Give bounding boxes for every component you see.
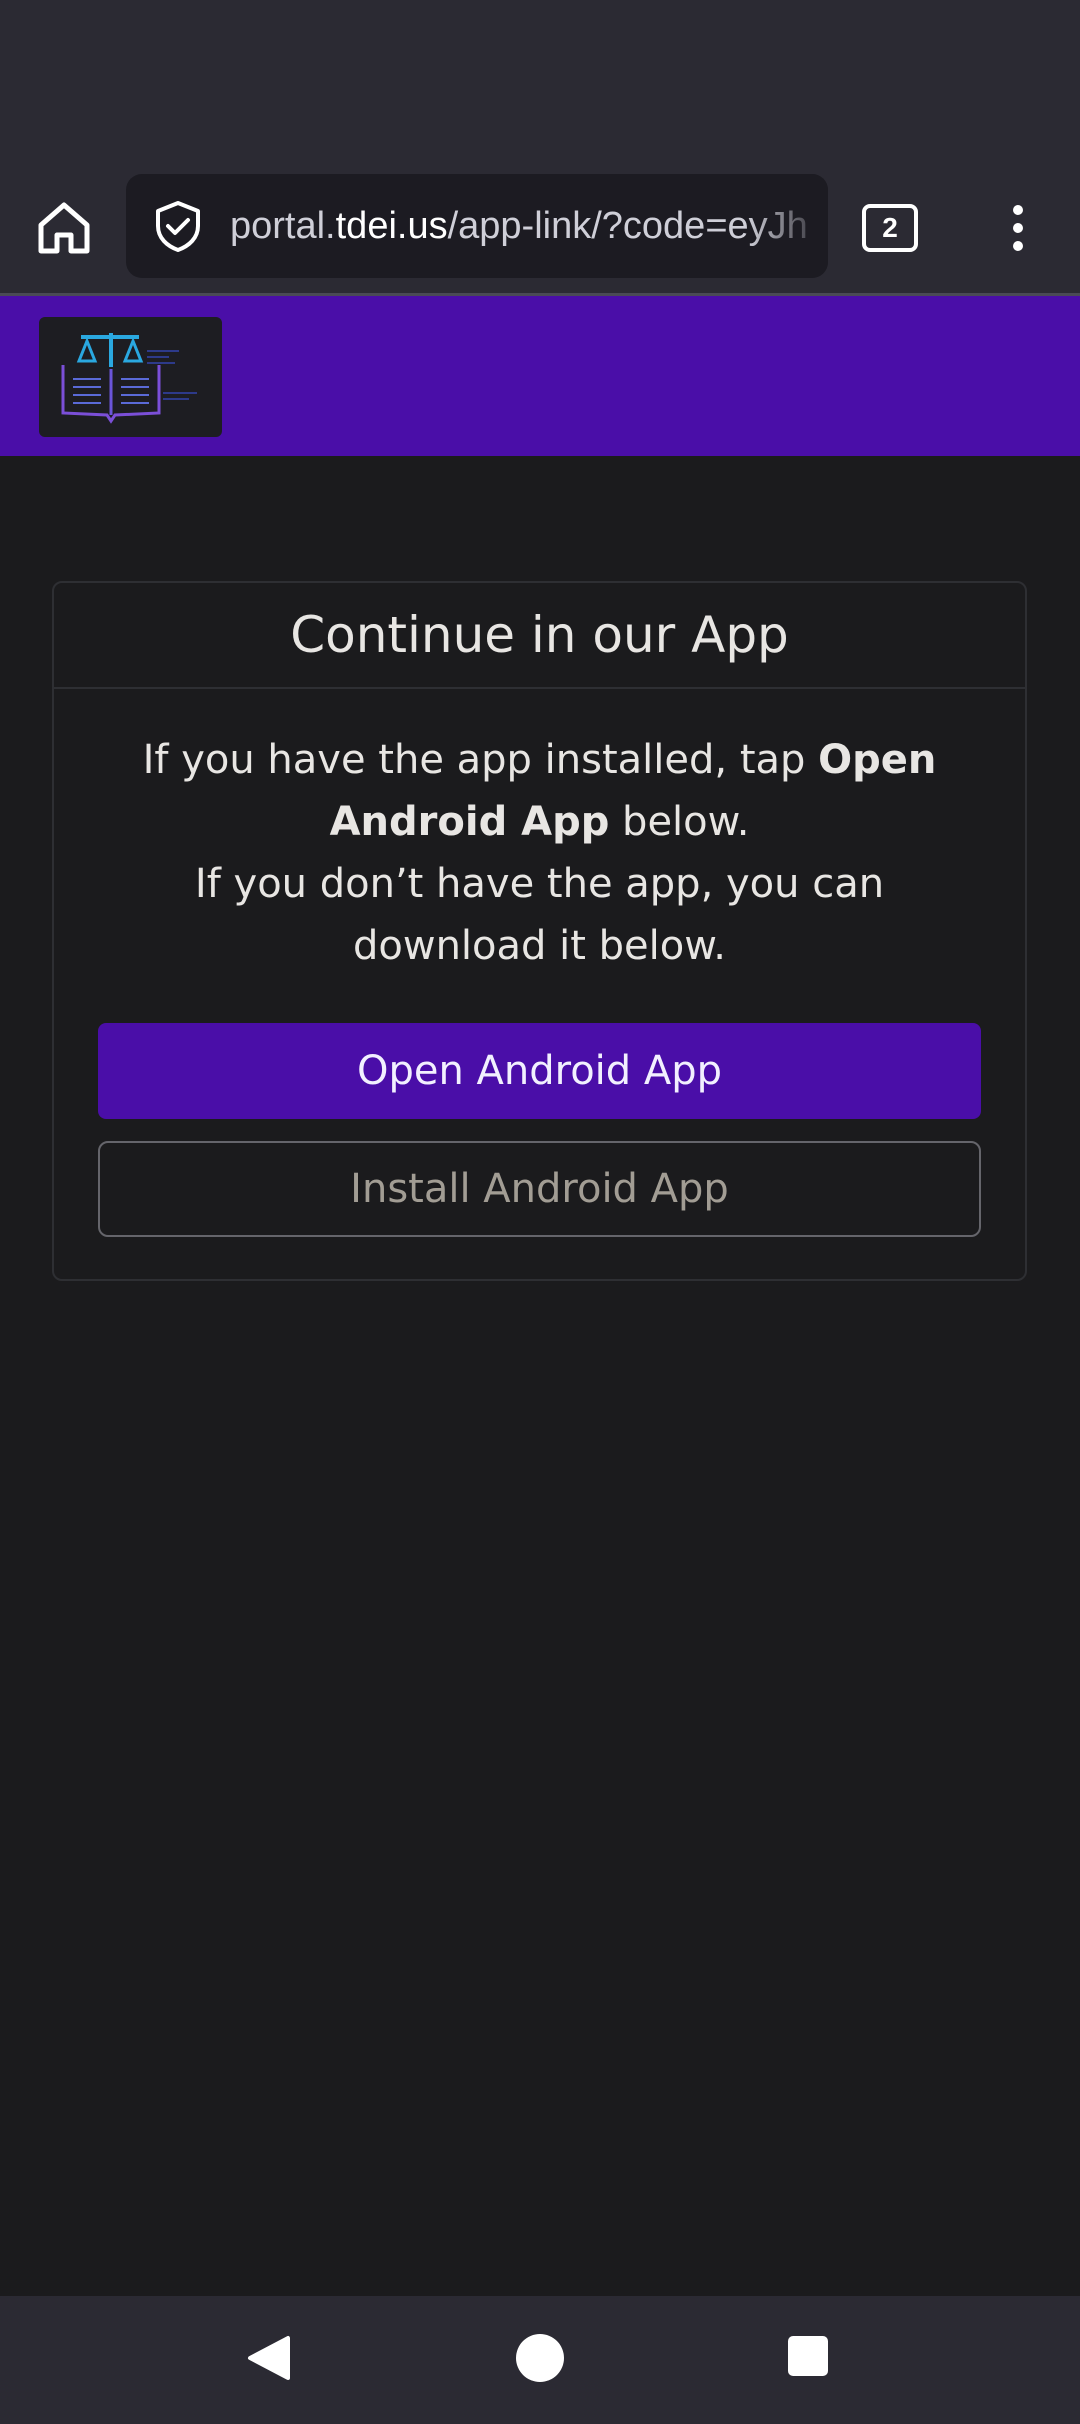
install-android-app-button[interactable]: Install Android App [98,1141,981,1237]
open-android-app-button[interactable]: Open Android App [98,1023,981,1119]
shield-check-icon[interactable] [152,200,204,252]
browser-toolbar: portal.tdei.us/app-link/?code=eyJh 2 [0,160,1080,296]
card-body: If you have the app installed, tap Open … [54,689,1025,1237]
recents-square-icon[interactable] [788,2336,828,2376]
status-bar [0,0,1080,160]
kebab-menu-icon[interactable] [996,196,1040,260]
home-icon[interactable] [30,194,98,262]
card-title: Continue in our App [54,583,1025,689]
url-text[interactable]: portal.tdei.us/app-link/?code=eyJh [230,174,808,278]
url-prefix: portal. [230,205,336,247]
site-header [0,296,1080,456]
instructions-line1-prefix: If you have the app installed, tap [142,737,819,783]
system-nav-bar [0,2296,1080,2424]
tab-count-button[interactable]: 2 [862,204,918,252]
instructions-line1-suffix: below. [609,799,750,845]
home-circle-icon[interactable] [516,2334,564,2382]
url-host: tdei.us [335,205,448,247]
back-triangle-icon[interactable] [244,2334,292,2382]
url-bar[interactable]: portal.tdei.us/app-link/?code=eyJh [126,174,828,278]
continue-card: Continue in our App If you have the app … [52,581,1027,1281]
tdei-logo-icon[interactable] [39,317,222,437]
card-instructions: If you have the app installed, tap Open … [94,729,985,977]
url-fade [748,174,828,278]
instructions-line2: If you don’t have the app, you can downl… [194,861,885,969]
